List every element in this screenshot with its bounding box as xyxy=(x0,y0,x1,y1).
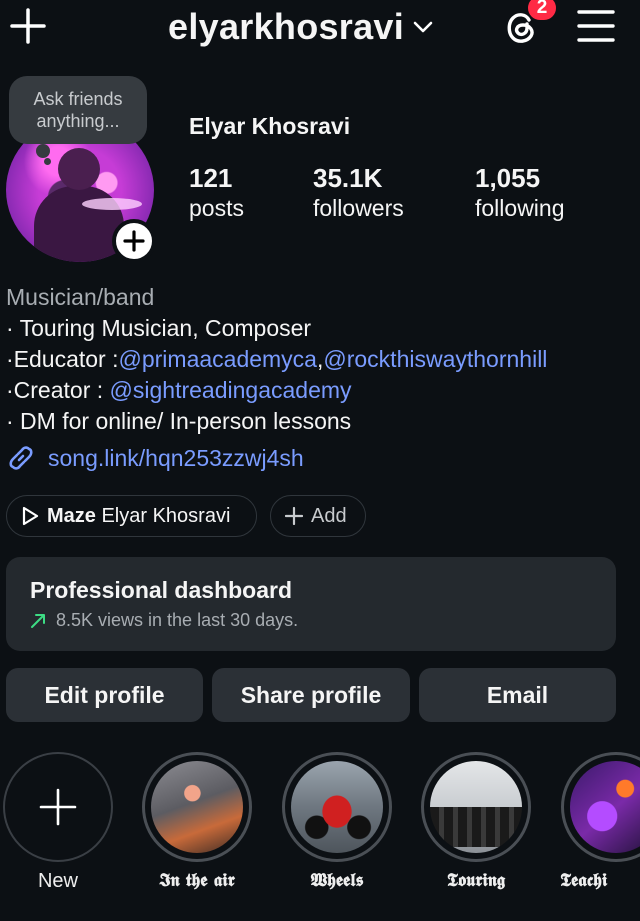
add-story-button[interactable] xyxy=(112,219,156,263)
posts-count: 121 xyxy=(189,163,233,193)
maze-chip[interactable]: Maze Elyar Khosravi xyxy=(6,495,257,537)
account-switcher[interactable]: elyarkhosravi xyxy=(168,4,434,50)
professional-dashboard[interactable]: Professional dashboard 8.5K views in the… xyxy=(6,557,616,651)
bio-line-1: · Touring Musician, Composer xyxy=(6,315,312,341)
followers-count: 35.1K xyxy=(313,163,383,193)
bio-line-4: · DM for online/ In-person lessons xyxy=(6,408,352,434)
note-bubble[interactable]: Ask friends anything... xyxy=(9,76,147,144)
notification-badge: 2 xyxy=(526,0,558,22)
highlight-label-teaching: 𝕿𝖊𝖆𝖈𝖍𝖎 xyxy=(560,870,608,891)
highlight-wheels[interactable] xyxy=(282,752,392,862)
mention-rockthiswaythornhill[interactable]: @rockthiswaythornhill xyxy=(323,346,547,372)
email-button[interactable]: Email xyxy=(419,668,616,722)
maze-title: Maze xyxy=(47,504,96,527)
trend-up-arrow-icon xyxy=(31,613,45,628)
add-chip[interactable]: Add xyxy=(270,495,366,537)
bio-line-3-prefix: ·Creator : xyxy=(6,377,110,403)
note-bubble-tail xyxy=(36,144,50,158)
play-icon xyxy=(22,506,39,526)
edit-profile-button[interactable]: Edit profile xyxy=(6,668,203,722)
create-plus-icon[interactable] xyxy=(8,6,48,46)
note-bubble-tail-small xyxy=(44,158,51,165)
following-label: following xyxy=(475,195,565,221)
highlight-teaching[interactable] xyxy=(561,752,640,862)
bio-link[interactable]: song.link/hqn253zzwj4sh xyxy=(6,443,304,473)
bio-line-3: ·Creator : @sightreadingacademy xyxy=(6,375,636,406)
highlight-label-wheels: 𝖂𝖍𝖊𝖊𝖑𝖘 xyxy=(310,870,364,891)
new-highlight-button[interactable] xyxy=(3,752,113,862)
highlight-label-new: New xyxy=(37,870,78,892)
mention-sightreadingacademy[interactable]: @sightreadingacademy xyxy=(110,377,352,403)
following-count: 1,055 xyxy=(475,163,541,193)
chevron-down-icon xyxy=(413,21,433,33)
bio-line-2-prefix: ·Educator : xyxy=(6,346,119,372)
maze-artist: Elyar Khosravi xyxy=(101,504,231,527)
posts-label: posts xyxy=(189,195,244,221)
highlight-in-the-air[interactable] xyxy=(142,752,252,862)
following-stat[interactable]: 1,055 following xyxy=(475,162,565,222)
followers-stat[interactable]: 35.1K followers xyxy=(313,162,404,222)
plus-icon xyxy=(285,507,303,525)
highlight-label-in-the-air: 𝕴𝖓 𝖙𝖍𝖊 𝖆𝖎𝖗 xyxy=(159,870,235,891)
highlight-label-touring: 𝕿𝖔𝖚𝖗𝖎𝖓𝖌 xyxy=(446,870,506,891)
dashboard-title: Professional dashboard xyxy=(30,577,293,603)
mention-primaacademyca[interactable]: @primaacademyca xyxy=(119,346,317,372)
bio: Musician/band · Touring Musician, Compos… xyxy=(6,282,636,437)
dashboard-subtitle-row: 8.5K views in the last 30 days. xyxy=(30,610,592,631)
bio-line-2: ·Educator :@primaacademyca,@rockthiswayt… xyxy=(6,344,636,375)
menu-hamburger-icon[interactable] xyxy=(576,8,616,44)
followers-label: followers xyxy=(313,195,404,221)
add-chip-label: Add xyxy=(311,504,347,527)
posts-stat[interactable]: 121 posts xyxy=(189,162,244,222)
link-text: song.link/hqn253zzwj4sh xyxy=(48,444,304,471)
top-bar: elyarkhosravi 2 xyxy=(0,0,640,60)
category-label: Musician/band xyxy=(6,284,155,310)
dashboard-subtitle: 8.5K views in the last 30 days. xyxy=(56,610,299,630)
username: elyarkhosravi xyxy=(168,6,405,47)
link-icon xyxy=(9,446,33,470)
plus-icon xyxy=(123,230,145,252)
plus-icon xyxy=(39,788,77,826)
share-profile-button[interactable]: Share profile xyxy=(212,668,410,722)
full-name: Elyar Khosravi xyxy=(189,113,351,139)
highlight-touring[interactable] xyxy=(421,752,531,862)
